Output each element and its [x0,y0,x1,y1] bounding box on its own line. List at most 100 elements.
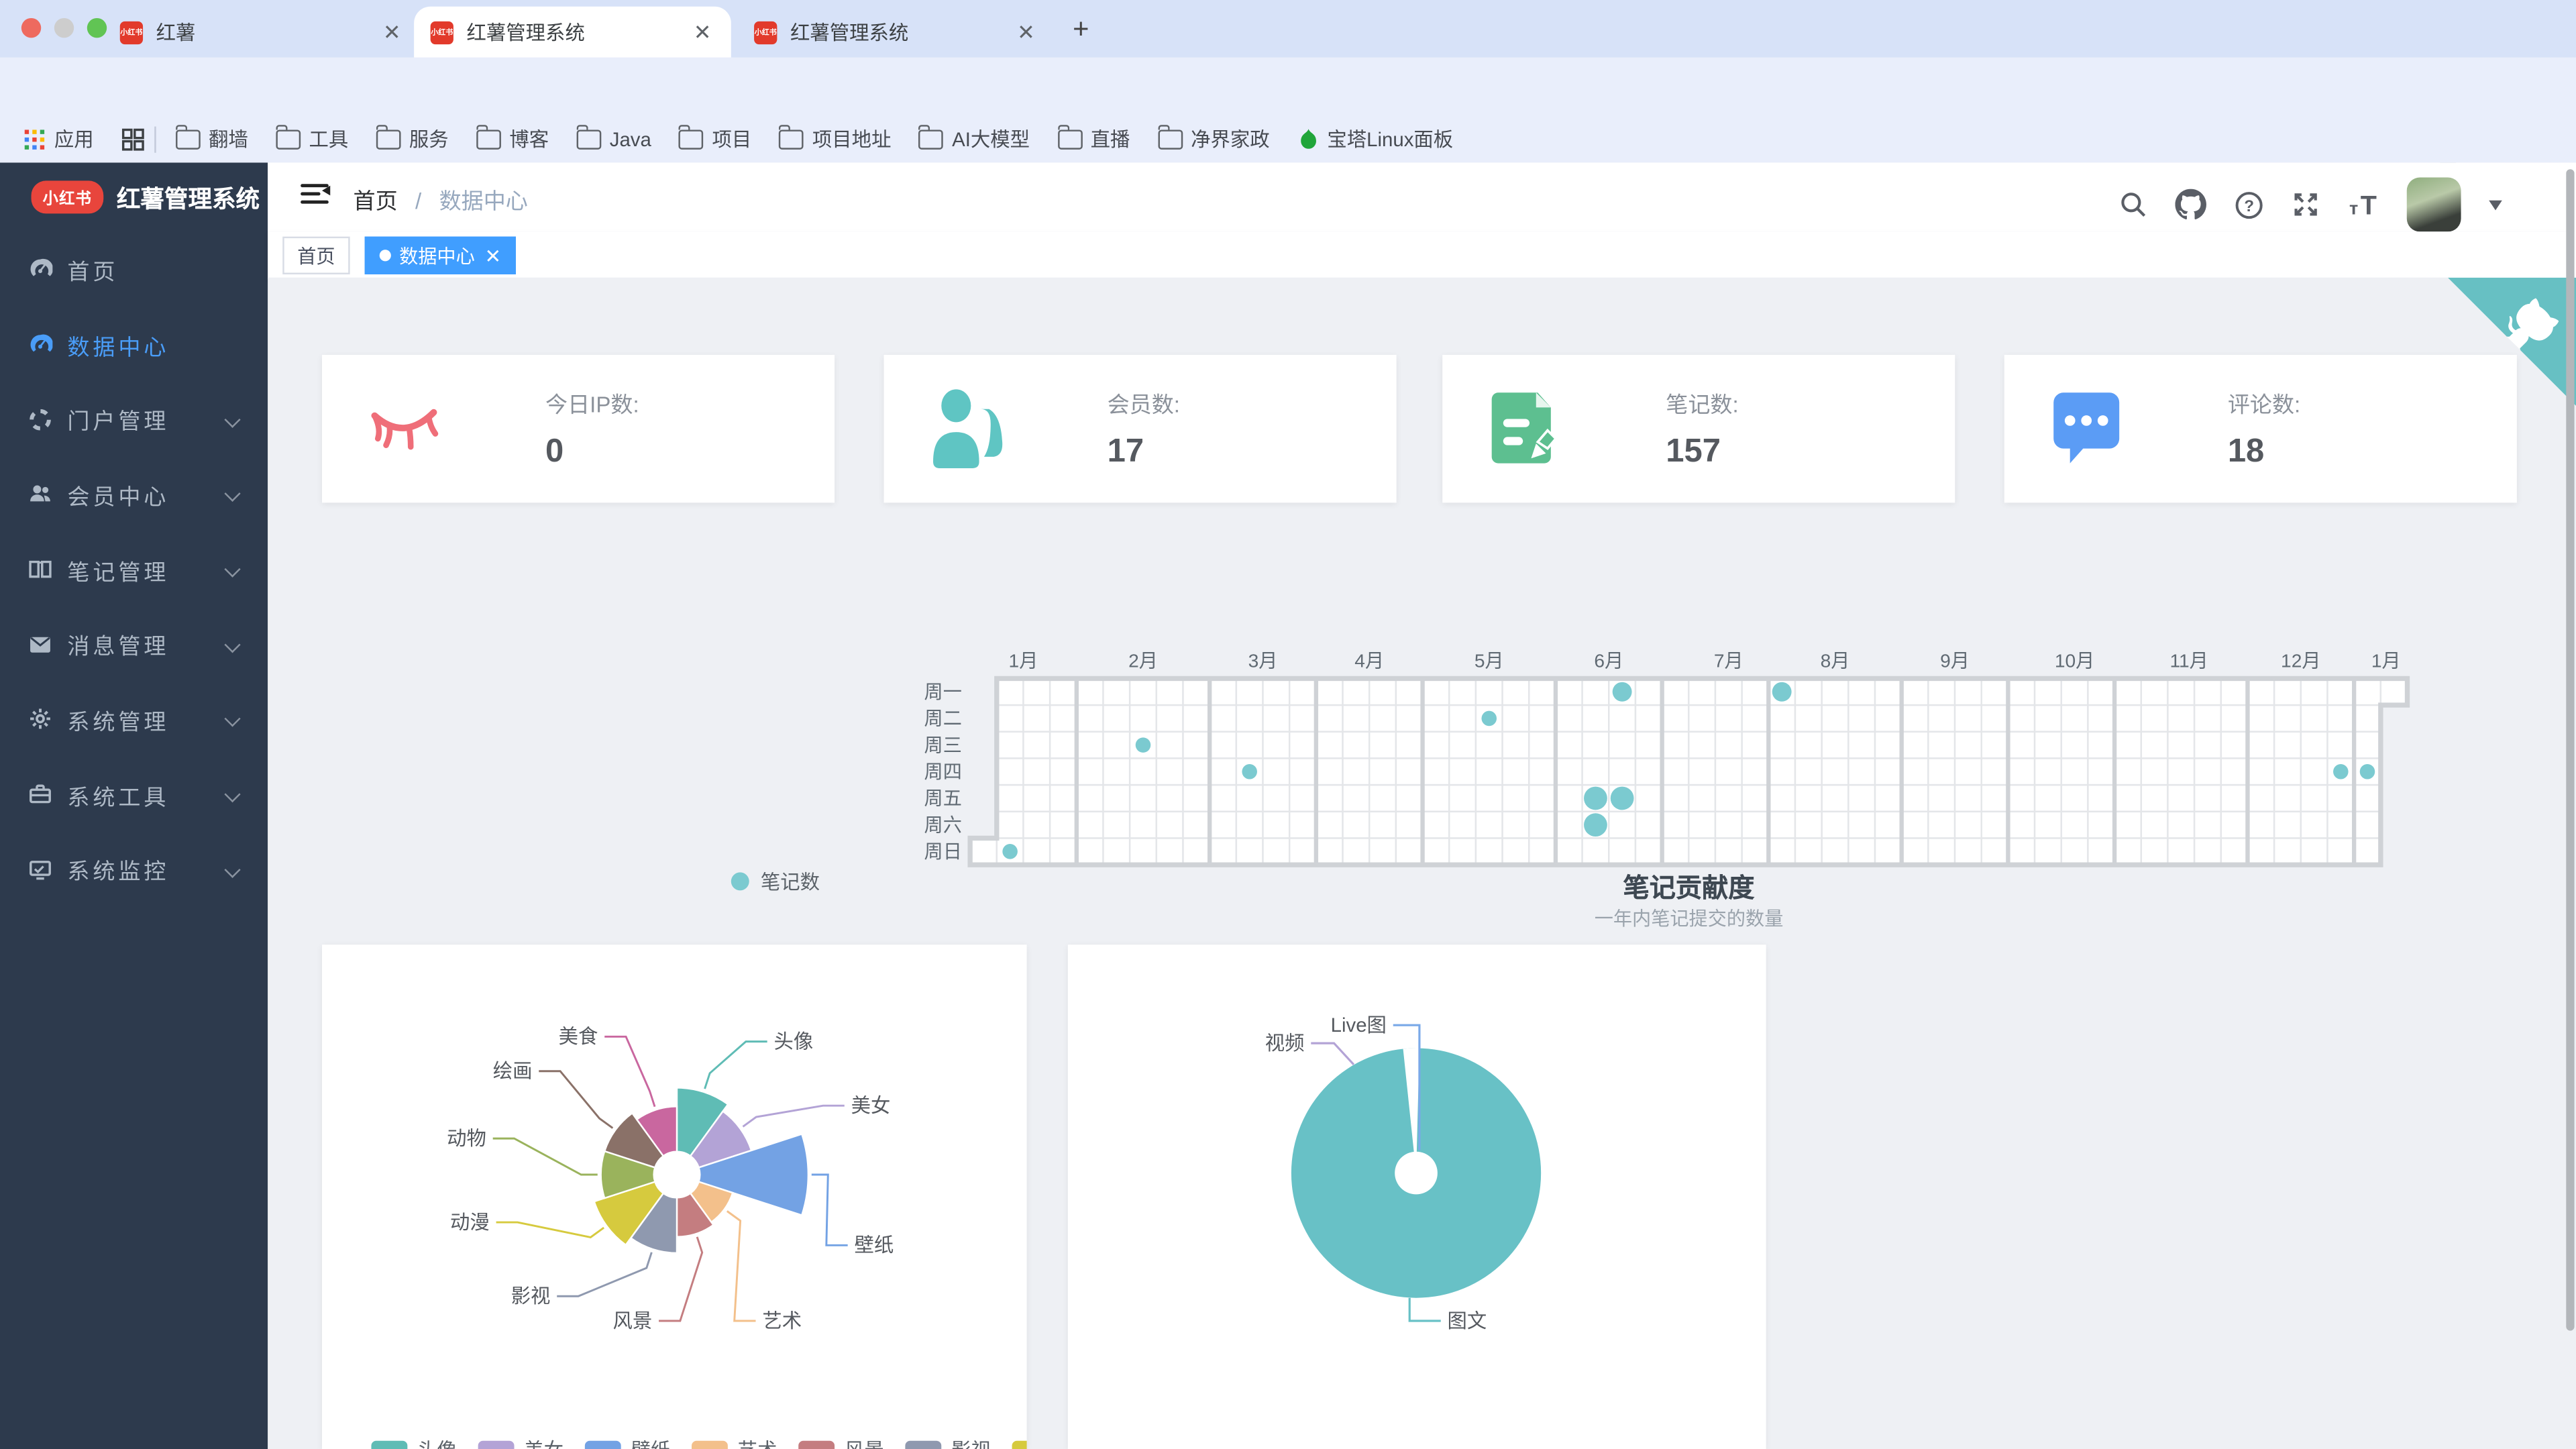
sidebar-item-会员中心[interactable]: 会员中心 [0,457,268,532]
browser-tab[interactable]: 小红书红薯管理系统✕ [414,7,731,58]
sidebar-item-系统工具[interactable]: 系统工具 [0,757,268,833]
svg-text:11月: 11月 [2169,651,2208,671]
stat-value: 157 [1666,434,1738,472]
sidebar-item-系统监控[interactable]: 系统监控 [0,832,268,907]
tab-close-icon[interactable]: ✕ [690,19,715,45]
bookmark-folder[interactable]: 项目地址 [780,125,892,153]
donut-label: Live图 [1331,1014,1387,1036]
calendar-heatmap-chart[interactable]: 1月2月3月4月5月6月7月8月9月10月11月12月1月周一周二周三周四周五周… [908,651,2420,884]
rose-label: 动漫 [450,1212,490,1234]
svg-text:6月: 6月 [1594,651,1623,671]
legend-label: 笔记数 [761,867,820,896]
stat-card: 今日IP数: 0 [322,355,835,502]
chevron-down-icon [224,486,240,502]
sidebar-item-门户管理[interactable]: 门户管理 [0,382,268,457]
bookmark-folder[interactable]: 直播 [1058,125,1130,153]
legend-swatch-icon [692,1440,728,1449]
svg-text:周三: 周三 [924,735,962,755]
sidebar-item-数据中心[interactable]: 数据中心 [0,307,268,382]
folder-icon [680,129,704,148]
tag-view-数据中心[interactable]: 数据中心✕ [365,237,516,274]
bookmark-folder-label: 项目 [712,125,751,153]
bookmark-folder[interactable]: 净界家政 [1158,125,1270,153]
bookmark-baota[interactable]: 宝塔Linux面板 [1297,125,1453,153]
chevron-down-icon [224,411,240,427]
rose-label: 艺术 [762,1310,802,1332]
stat-value: 18 [2228,434,2300,472]
sidebar-item-系统管理[interactable]: 系统管理 [0,682,268,757]
new-tab-button[interactable]: + [1073,13,1089,46]
user-menu-caret-icon[interactable] [2489,201,2502,217]
github-icon[interactable] [2175,189,2206,221]
stat-value: 0 [545,434,639,472]
brand[interactable]: 小红书 红薯管理系统 [0,162,268,231]
page-scrollbar[interactable] [2566,169,2574,1330]
legend-item-美女[interactable]: 美女 [478,1436,564,1449]
legend-item-影视[interactable]: 影视 [906,1436,991,1449]
tag-close-icon[interactable]: ✕ [484,244,501,267]
help-icon[interactable]: ? [2235,190,2264,219]
sidebar-item-首页[interactable]: 首页 [0,231,268,307]
browser-tab[interactable]: 小红书红薯管理系统✕ [738,7,1055,58]
tag-label: 首页 [297,242,335,268]
close-window-button[interactable] [21,18,41,38]
search-icon[interactable] [2119,191,2147,219]
folder-icon [476,129,501,148]
svg-text:3月: 3月 [1248,651,1278,671]
bookmark-folder[interactable]: 项目 [680,125,752,153]
bookmark-folder[interactable]: 翻墙 [176,125,248,153]
minimize-window-button[interactable] [54,18,74,38]
sidebar-item-label: 系统工具 [67,778,227,811]
folder-icon [376,129,401,148]
svg-text:8月: 8月 [1821,651,1850,671]
dashboard-grid-icon[interactable] [121,127,144,150]
rose-label: 美食 [559,1026,598,1048]
bookmark-folder[interactable]: 服务 [376,125,449,153]
stat-card: 会员数:17 [884,355,1397,502]
legend-item-风景[interactable]: 风景 [798,1436,883,1449]
rose-chart-legend: 头像美女壁纸艺术风景影视动漫动物绘画美食 [371,1436,1026,1449]
bookmark-folder[interactable]: AI大模型 [919,125,1030,153]
sidebar-item-笔记管理[interactable]: 笔记管理 [0,532,268,607]
comment-icon [2047,386,2132,472]
tab-close-icon[interactable]: ✕ [380,19,405,45]
tag-view-首页[interactable]: 首页 [282,237,350,274]
legend-item-艺术[interactable]: 艺术 [692,1436,777,1449]
members-icon [926,386,1012,472]
sidebar-item-消息管理[interactable]: 消息管理 [0,607,268,682]
bookmark-folder-label: 翻墙 [209,125,248,153]
breadcrumb-home[interactable]: 首页 [354,189,398,214]
bookmark-folder[interactable]: Java [577,127,651,150]
browser-tab[interactable]: 小红书红薯✕ [103,7,421,58]
svg-text:?: ? [2244,197,2254,215]
svg-text:10月: 10月 [2055,651,2094,671]
tab-close-icon[interactable]: ✕ [1014,19,1038,45]
sidebar-fold-icon[interactable] [301,184,329,209]
stat-value: 17 [1108,434,1180,472]
svg-text:1月: 1月 [1009,651,1038,671]
legend-item-动漫[interactable]: 动漫 [1012,1436,1027,1449]
bookmark-folder[interactable]: 博客 [476,125,549,153]
bookmark-folder-label: Java [610,127,651,150]
font-size-icon[interactable]: тT [2348,191,2379,219]
bookmark-folder-label: AI大模型 [952,125,1030,153]
window-controls [21,18,107,38]
chevron-down-icon [224,637,240,653]
sidebar: 小红书 红薯管理系统 首页数据中心门户管理会员中心笔记管理消息管理系统管理系统工… [0,162,268,1449]
folder-icon [276,129,301,148]
apps-shortcut[interactable]: 应用 [23,125,93,153]
legend-label: 影视 [951,1436,991,1449]
legend-item-头像[interactable]: 头像 [371,1436,456,1449]
fullscreen-icon[interactable] [2292,191,2320,219]
heatmap-legend[interactable]: 笔记数 [731,867,820,896]
user-avatar[interactable] [2407,177,2461,231]
browser-toolbar: 不安全 115.190.73.103/admin/dashboard ☆ N ⋮ [0,58,2576,115]
donut-chart[interactable]: Live图视频图文 [1068,945,1766,1449]
active-dot-icon [380,250,391,261]
bookmark-folder[interactable]: 工具 [276,125,349,153]
stat-label: 今日IP数: [545,386,639,419]
legend-swatch-icon [906,1440,942,1449]
stat-card: 笔记数:157 [1442,355,1955,502]
rose-chart[interactable]: 头像美女壁纸艺术风景影视动漫动物绘画美食 [322,945,1027,1449]
legend-item-壁纸[interactable]: 壁纸 [585,1436,670,1449]
